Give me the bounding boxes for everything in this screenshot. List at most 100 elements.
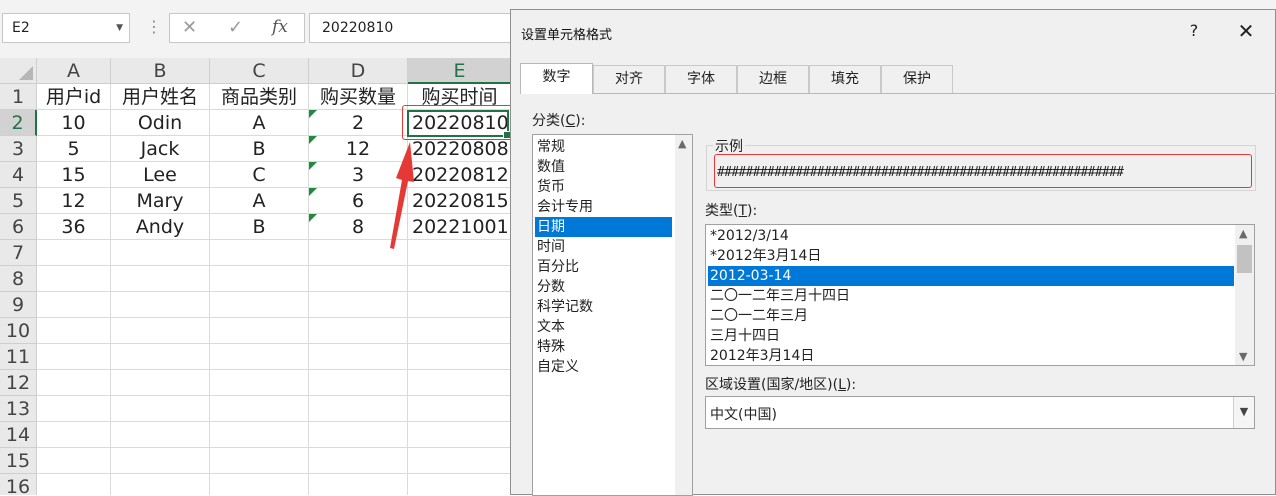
- empty-cell[interactable]: [309, 344, 408, 370]
- tab-alignment[interactable]: 对齐: [593, 65, 665, 93]
- header-cell[interactable]: 用户姓名: [111, 84, 210, 110]
- locale-select[interactable]: 中文(中国) ▼: [705, 396, 1255, 429]
- empty-cell[interactable]: [111, 474, 210, 495]
- list-item[interactable]: *2012年3月14日: [708, 246, 1234, 266]
- empty-cell[interactable]: [309, 266, 408, 292]
- error-indicator-icon[interactable]: [309, 162, 317, 170]
- empty-cell[interactable]: [408, 396, 512, 422]
- empty-cell[interactable]: [210, 266, 309, 292]
- row-header[interactable]: 2: [0, 110, 37, 136]
- table-cell[interactable]: Jack: [111, 136, 210, 162]
- empty-cell[interactable]: [408, 448, 512, 474]
- close-button[interactable]: ✕: [1231, 19, 1261, 43]
- category-list[interactable]: 常规 数值 货币 会计专用 日期 时间 百分比 分数 科学记数 文本 特殊 自定…: [532, 134, 693, 496]
- empty-cell[interactable]: [408, 318, 512, 344]
- row-header[interactable]: 14: [0, 422, 37, 448]
- table-cell[interactable]: 10: [37, 110, 111, 136]
- empty-cell[interactable]: [111, 370, 210, 396]
- empty-cell[interactable]: [408, 474, 512, 495]
- column-header-e[interactable]: E: [408, 58, 512, 84]
- error-indicator-icon[interactable]: [309, 188, 317, 196]
- empty-cell[interactable]: [37, 292, 111, 318]
- list-item[interactable]: 分数: [535, 277, 672, 297]
- row-header[interactable]: 10: [0, 318, 37, 344]
- select-all-button[interactable]: [0, 58, 37, 84]
- row-header[interactable]: 7: [0, 240, 37, 266]
- empty-cell[interactable]: [37, 396, 111, 422]
- empty-cell[interactable]: [210, 474, 309, 495]
- empty-cell[interactable]: [37, 448, 111, 474]
- empty-cell[interactable]: [111, 448, 210, 474]
- list-item[interactable]: 文本: [535, 317, 672, 337]
- table-cell[interactable]: 5: [37, 136, 111, 162]
- row-header[interactable]: 5: [0, 188, 37, 214]
- column-header-b[interactable]: B: [111, 58, 210, 84]
- row-header[interactable]: 1: [0, 84, 37, 110]
- empty-cell[interactable]: [37, 266, 111, 292]
- tab-border[interactable]: 边框: [737, 65, 809, 93]
- row-header[interactable]: 15: [0, 448, 37, 474]
- type-list[interactable]: *2012/3/14 *2012年3月14日 2012-03-14 二〇一二年三…: [705, 224, 1255, 366]
- empty-cell[interactable]: [111, 344, 210, 370]
- list-item[interactable]: 常规: [535, 137, 672, 157]
- category-scrollbar[interactable]: ▲: [675, 135, 692, 495]
- name-box[interactable]: E2 ▼: [2, 13, 130, 43]
- empty-cell[interactable]: [210, 318, 309, 344]
- column-header-c[interactable]: C: [210, 58, 309, 84]
- empty-cell[interactable]: [210, 422, 309, 448]
- header-cell[interactable]: 用户id: [37, 84, 111, 110]
- empty-cell[interactable]: [408, 422, 512, 448]
- table-cell[interactable]: 20220812: [408, 162, 512, 188]
- table-cell[interactable]: 2: [309, 110, 408, 136]
- header-cell[interactable]: 商品类别: [210, 84, 309, 110]
- table-cell[interactable]: A: [210, 110, 309, 136]
- table-cell[interactable]: C: [210, 162, 309, 188]
- type-scrollbar[interactable]: ▲ ▼: [1235, 225, 1254, 365]
- row-header[interactable]: 6: [0, 214, 37, 240]
- empty-cell[interactable]: [408, 240, 512, 266]
- list-item[interactable]: 货币: [535, 177, 672, 197]
- list-item-selected[interactable]: 2012-03-14: [708, 266, 1234, 286]
- list-item[interactable]: 三月十四日: [708, 326, 1234, 346]
- empty-cell[interactable]: [408, 266, 512, 292]
- empty-cell[interactable]: [309, 292, 408, 318]
- empty-cell[interactable]: [37, 318, 111, 344]
- row-header[interactable]: 11: [0, 344, 37, 370]
- list-item[interactable]: 二〇一二年三月: [708, 306, 1234, 326]
- scrollbar-thumb[interactable]: [1237, 245, 1252, 273]
- empty-cell[interactable]: [37, 474, 111, 495]
- tab-protection[interactable]: 保护: [881, 65, 953, 93]
- tab-number[interactable]: 数字: [520, 63, 593, 94]
- formula-input[interactable]: 20220810: [309, 13, 519, 43]
- empty-cell[interactable]: [408, 370, 512, 396]
- empty-cell[interactable]: [111, 266, 210, 292]
- header-cell[interactable]: 购买数量: [309, 84, 408, 110]
- chevron-down-icon[interactable]: ▼: [116, 23, 123, 33]
- empty-cell[interactable]: [309, 474, 408, 495]
- table-cell[interactable]: 36: [37, 214, 111, 240]
- empty-cell[interactable]: [111, 292, 210, 318]
- empty-cell[interactable]: [210, 240, 309, 266]
- table-cell[interactable]: B: [210, 136, 309, 162]
- list-item[interactable]: 百分比: [535, 257, 672, 277]
- error-indicator-icon[interactable]: [309, 110, 317, 118]
- empty-cell[interactable]: [210, 396, 309, 422]
- chevron-down-icon[interactable]: ▼: [1239, 350, 1247, 363]
- empty-cell[interactable]: [111, 318, 210, 344]
- tab-font[interactable]: 字体: [665, 65, 737, 93]
- row-header[interactable]: 8: [0, 266, 37, 292]
- empty-cell[interactable]: [408, 292, 512, 318]
- empty-cell[interactable]: [309, 448, 408, 474]
- empty-cell[interactable]: [210, 448, 309, 474]
- chevron-down-icon[interactable]: ▼: [1233, 397, 1254, 428]
- list-item[interactable]: 时间: [535, 237, 672, 257]
- column-header-a[interactable]: A: [37, 58, 111, 84]
- row-header[interactable]: 16: [0, 474, 37, 495]
- empty-cell[interactable]: [111, 422, 210, 448]
- list-item[interactable]: 科学记数: [535, 297, 672, 317]
- row-header[interactable]: 4: [0, 162, 37, 188]
- empty-cell[interactable]: [37, 370, 111, 396]
- cancel-icon[interactable]: ✕: [182, 17, 197, 38]
- row-header[interactable]: 13: [0, 396, 37, 422]
- empty-cell[interactable]: [37, 422, 111, 448]
